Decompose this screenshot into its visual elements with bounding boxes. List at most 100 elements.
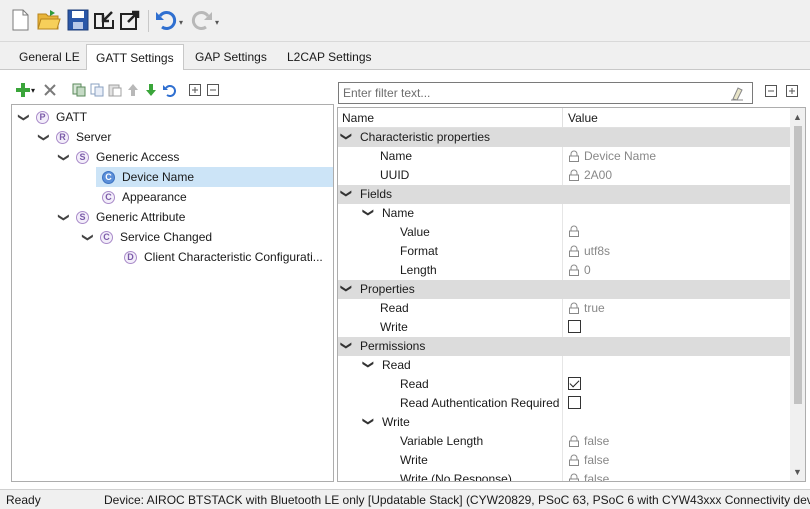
grid-row-name: Format: [400, 244, 439, 258]
chevron-down-icon[interactable]: ❯: [362, 208, 375, 217]
tab-general-le[interactable]: General LE: [10, 46, 89, 70]
lock-icon: [569, 264, 579, 276]
tree-node-label: GATT: [56, 110, 88, 124]
chevron-down-icon[interactable]: ❯: [340, 341, 353, 350]
grid-row[interactable]: Read true: [338, 299, 790, 318]
filter-input[interactable]: [339, 83, 719, 103]
chevron-down-icon[interactable]: ❯: [58, 151, 71, 163]
grid-row[interactable]: Write: [338, 318, 790, 337]
grid-row[interactable]: ❯ Write: [338, 413, 790, 432]
grid-category-row[interactable]: ❯ Characteristic properties: [338, 128, 790, 147]
checkbox[interactable]: [568, 396, 581, 409]
chevron-down-icon[interactable]: ❯: [340, 189, 353, 198]
lock-icon: [569, 435, 579, 447]
tree-node-generic-access[interactable]: ❯ S Generic Access: [58, 147, 180, 167]
chevron-down-icon[interactable]: ❯: [340, 132, 353, 141]
tree-node-gatt[interactable]: ❯ P GATT: [18, 107, 88, 127]
grid-row[interactable]: Length 0: [338, 261, 790, 280]
grid-category-row[interactable]: ❯ Properties: [338, 280, 790, 299]
grid-row-value[interactable]: Device Name: [568, 149, 656, 163]
save-icon[interactable]: [66, 8, 90, 32]
import-icon[interactable]: [92, 8, 116, 32]
expand-properties-icon[interactable]: [786, 85, 800, 99]
grid-row-value[interactable]: false: [568, 453, 609, 467]
grid-row-value[interactable]: false: [568, 434, 609, 448]
grid-row[interactable]: Write false: [338, 451, 790, 470]
undo-icon[interactable]: [154, 8, 178, 32]
grid-row-value-text: false: [584, 472, 610, 482]
tree-node-appearance[interactable]: C Appearance: [102, 187, 187, 207]
grid-row[interactable]: UUID 2A00: [338, 166, 790, 185]
tab-gatt-settings[interactable]: GATT Settings: [86, 44, 184, 71]
grid-row-value[interactable]: false: [568, 472, 610, 482]
grid-row[interactable]: Value: [338, 223, 790, 242]
move-up-icon[interactable]: [124, 80, 142, 100]
tree-node-client-characteristic-configuration[interactable]: D Client Characteristic Configurati...: [124, 247, 323, 267]
add-dropdown-icon[interactable]: ▾: [28, 80, 38, 100]
open-folder-icon[interactable]: [36, 8, 61, 32]
chevron-down-icon[interactable]: ❯: [340, 284, 353, 293]
redo-dropdown-icon[interactable]: ▾: [215, 18, 219, 27]
collapse-properties-icon[interactable]: [765, 85, 779, 99]
grid-row-value[interactable]: 2A00: [568, 168, 612, 182]
chevron-down-icon[interactable]: ❯: [18, 111, 31, 123]
grid-row-name: Variable Length: [400, 434, 484, 448]
characteristic-icon: C: [102, 170, 115, 184]
chevron-down-icon[interactable]: ❯: [362, 360, 375, 369]
grid-row-value[interactable]: true: [568, 301, 605, 315]
tree-node-generic-attribute[interactable]: ❯ S Generic Attribute: [58, 207, 186, 227]
grid-row[interactable]: Read: [338, 375, 790, 394]
cut-icon[interactable]: [70, 80, 88, 100]
tab-l2cap-settings[interactable]: L2CAP Settings: [278, 46, 381, 70]
grid-row-checkbox[interactable]: [568, 377, 581, 390]
column-header-name[interactable]: Name: [342, 111, 374, 125]
grid-row-name: UUID: [380, 168, 410, 182]
grid-row-name: Characteristic properties: [360, 130, 491, 144]
column-header-value[interactable]: Value: [568, 111, 598, 125]
undo-change-icon[interactable]: [160, 80, 178, 100]
export-icon[interactable]: [118, 8, 142, 32]
tree-node-device-name[interactable]: C Device Name: [96, 167, 333, 187]
chevron-down-icon[interactable]: ❯: [58, 211, 71, 223]
clear-filter-icon[interactable]: [730, 85, 744, 101]
chevron-down-icon[interactable]: ❯: [362, 417, 375, 426]
expand-all-icon[interactable]: [186, 80, 204, 100]
collapse-all-icon[interactable]: [204, 80, 222, 100]
new-file-icon[interactable]: [8, 8, 32, 32]
chevron-down-icon[interactable]: ❯: [38, 131, 51, 143]
grid-row-checkbox[interactable]: [568, 320, 581, 333]
undo-dropdown-icon[interactable]: ▾: [179, 18, 183, 27]
grid-row[interactable]: Variable Length false: [338, 432, 790, 451]
grid-row[interactable]: ❯ Name: [338, 204, 790, 223]
grid-row-value[interactable]: [568, 225, 584, 237]
checkbox[interactable]: [568, 320, 581, 333]
vertical-scrollbar[interactable]: ▲ ▼: [790, 108, 805, 481]
grid-category-row[interactable]: ❯ Permissions: [338, 337, 790, 356]
tree-node-label: Device Name: [122, 170, 195, 184]
grid-row[interactable]: Read Authentication Required: [338, 394, 790, 413]
scrollbar-thumb[interactable]: [794, 126, 802, 404]
tree-node-server[interactable]: ❯ R Server: [38, 127, 112, 147]
scroll-up-icon[interactable]: ▲: [793, 112, 802, 122]
grid-row[interactable]: Write (No Response) false: [338, 470, 790, 482]
chevron-down-icon[interactable]: ❯: [82, 231, 95, 243]
scroll-down-icon[interactable]: ▼: [793, 467, 802, 477]
grid-category-row[interactable]: ❯ Fields: [338, 185, 790, 204]
copy-icon[interactable]: [88, 80, 106, 100]
status-device-text: Device: AIROC BTSTACK with Bluetooth LE …: [104, 493, 810, 507]
delete-icon[interactable]: [41, 80, 59, 100]
tab-gap-settings[interactable]: GAP Settings: [186, 46, 276, 70]
grid-row-value[interactable]: utf8s: [568, 244, 610, 258]
grid-row-value[interactable]: 0: [568, 263, 591, 277]
paste-icon[interactable]: [106, 80, 124, 100]
move-down-icon[interactable]: [142, 80, 160, 100]
settings-tabs: General LE GATT Settings GAP Settings L2…: [0, 42, 810, 71]
tree-node-service-changed[interactable]: ❯ C Service Changed: [82, 227, 213, 247]
redo-icon[interactable]: [190, 8, 214, 32]
grid-row-checkbox[interactable]: [568, 396, 581, 409]
grid-row[interactable]: Format utf8s: [338, 242, 790, 261]
checkbox[interactable]: [568, 377, 581, 390]
grid-row-name: Write: [380, 320, 408, 334]
grid-row[interactable]: Name Device Name: [338, 147, 790, 166]
grid-row[interactable]: ❯ Read: [338, 356, 790, 375]
